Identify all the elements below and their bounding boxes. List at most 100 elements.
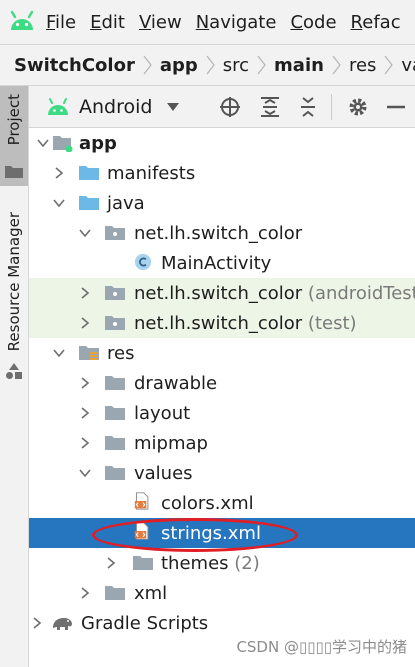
locate-target-icon[interactable] <box>219 96 241 118</box>
module-folder-icon <box>53 136 73 152</box>
tree-item-label: res <box>107 342 135 364</box>
tree-item-mipmap[interactable]: mipmap <box>29 428 415 458</box>
project-tab-label: Project <box>5 94 23 146</box>
folder-icon <box>105 466 125 480</box>
chevron-down-icon[interactable] <box>53 197 65 209</box>
breadcrumb: SwitchColor app src main res value <box>0 44 415 86</box>
menu-view[interactable]: View <box>139 12 182 33</box>
tree-item-gradle-scripts[interactable]: Gradle Scripts <box>29 608 415 638</box>
chevron-right-icon[interactable] <box>79 437 91 449</box>
project-toolbar: Android <box>29 86 415 128</box>
watermark: CSDN @▯▯▯▯学习中的猪 <box>236 636 407 657</box>
toolbar-divider <box>331 94 332 120</box>
android-icon <box>48 97 68 115</box>
menu-refactor[interactable]: Refac <box>351 12 401 33</box>
tree-item-label: net.lh.switch_color <box>134 222 303 244</box>
tree-item-label: layout <box>134 402 191 424</box>
minimize-icon[interactable] <box>385 96 407 118</box>
collapse-all-icon[interactable] <box>297 96 319 118</box>
project-view-select[interactable]: Android <box>79 96 152 118</box>
breadcrumb-src[interactable]: src <box>223 55 249 76</box>
menu-bar: File Edit View Navigate Code Refac <box>0 0 415 44</box>
tree-item-colors-xml[interactable]: colors.xml <box>29 488 415 518</box>
tree-item-manifests[interactable]: manifests <box>29 158 415 188</box>
breadcrumb-main[interactable]: main <box>274 55 324 76</box>
chevron-down-icon[interactable] <box>37 137 49 149</box>
annotation-ellipse <box>92 518 298 552</box>
folder-icon <box>79 166 99 180</box>
menu-edit[interactable]: Edit <box>90 12 125 33</box>
folder-icon <box>105 586 125 600</box>
tree-item-label: net.lh.switch_color (test) <box>134 312 357 334</box>
breadcrumb-project[interactable]: SwitchColor <box>14 55 135 76</box>
chevron-right-icon[interactable] <box>79 317 91 329</box>
folder-icon <box>133 556 153 570</box>
tree-item-label: manifests <box>107 162 196 184</box>
breadcrumb-values[interactable]: value <box>401 55 415 76</box>
gear-icon[interactable] <box>347 96 369 118</box>
folder-icon <box>79 196 99 210</box>
chevron-down-icon[interactable] <box>79 467 91 479</box>
tree-item-label: themes (2) <box>161 552 260 574</box>
gradle-elephant-icon <box>53 618 72 630</box>
tree-item-mainactivity[interactable]: MainActivity <box>29 248 415 278</box>
xml-file-icon <box>134 492 149 510</box>
chevron-right-icon[interactable] <box>79 287 91 299</box>
chevron-right-icon[interactable] <box>79 377 91 389</box>
tree-item-label: java <box>107 192 145 214</box>
tree-item-label: net.lh.switch_color (androidTest) <box>134 282 415 304</box>
tree-item-layout[interactable]: layout <box>29 398 415 428</box>
folder-icon <box>105 406 125 420</box>
resource-folder-icon <box>79 346 99 360</box>
tree-item-values[interactable]: values <box>29 458 415 488</box>
chevron-right-icon[interactable] <box>31 617 43 629</box>
project-tree: app manifests java net.lh.switch_color M… <box>29 128 415 667</box>
tree-item-xml[interactable]: xml <box>29 578 415 608</box>
tree-item-package-androidtest[interactable]: net.lh.switch_color (androidTest) <box>29 278 415 308</box>
tree-item-label: values <box>134 462 193 484</box>
chevron-right-icon[interactable] <box>79 407 91 419</box>
chevron-right-icon[interactable] <box>79 587 91 599</box>
chevron-right-icon <box>143 55 152 75</box>
package-folder-icon <box>105 316 125 330</box>
package-folder-icon <box>105 226 125 240</box>
package-folder-icon <box>105 286 125 300</box>
breadcrumb-app[interactable]: app <box>160 55 198 76</box>
resource-shapes-icon <box>6 363 22 379</box>
chevron-down-icon[interactable] <box>166 102 180 112</box>
tree-item-label: app <box>79 132 117 154</box>
resource-manager-tab-label: Resource Manager <box>5 212 23 352</box>
android-studio-logo-icon <box>10 10 34 30</box>
folder-icon <box>5 166 23 178</box>
chevron-right-icon[interactable] <box>105 557 117 569</box>
tree-item-label: drawable <box>134 372 218 394</box>
tree-item-package-test[interactable]: net.lh.switch_color (test) <box>29 308 415 338</box>
tree-item-res[interactable]: res <box>29 338 415 368</box>
tree-item-label: mipmap <box>134 432 208 454</box>
resource-manager-tool-tab[interactable]: Resource Manager <box>0 206 28 446</box>
folder-icon <box>105 436 125 450</box>
menu-code[interactable]: Code <box>290 12 336 33</box>
chevron-right-icon <box>206 55 215 75</box>
tree-item-java[interactable]: java <box>29 188 415 218</box>
chevron-right-icon <box>257 55 266 75</box>
chevron-right-icon <box>384 55 394 75</box>
chevron-right-icon[interactable] <box>53 167 65 179</box>
tool-window-strip: Project Resource Manager <box>0 86 29 667</box>
kotlin-class-icon <box>134 253 152 271</box>
tree-item-app[interactable]: app <box>29 128 415 158</box>
menu-file[interactable]: File <box>46 12 76 33</box>
menu-navigate[interactable]: Navigate <box>196 12 277 33</box>
project-tool-tab[interactable]: Project <box>0 86 28 186</box>
tree-item-label: Gradle Scripts <box>81 612 209 634</box>
tree-item-package-main[interactable]: net.lh.switch_color <box>29 218 415 248</box>
breadcrumb-res[interactable]: res <box>349 55 376 76</box>
tree-item-label: xml <box>134 582 168 604</box>
chevron-down-icon[interactable] <box>79 227 91 239</box>
tree-item-drawable[interactable]: drawable <box>29 368 415 398</box>
tree-item-label: colors.xml <box>161 492 254 514</box>
expand-all-icon[interactable] <box>259 96 281 118</box>
tree-item-themes[interactable]: themes (2) <box>29 548 415 578</box>
chevron-down-icon[interactable] <box>53 347 65 359</box>
tree-item-label: MainActivity <box>161 252 272 274</box>
